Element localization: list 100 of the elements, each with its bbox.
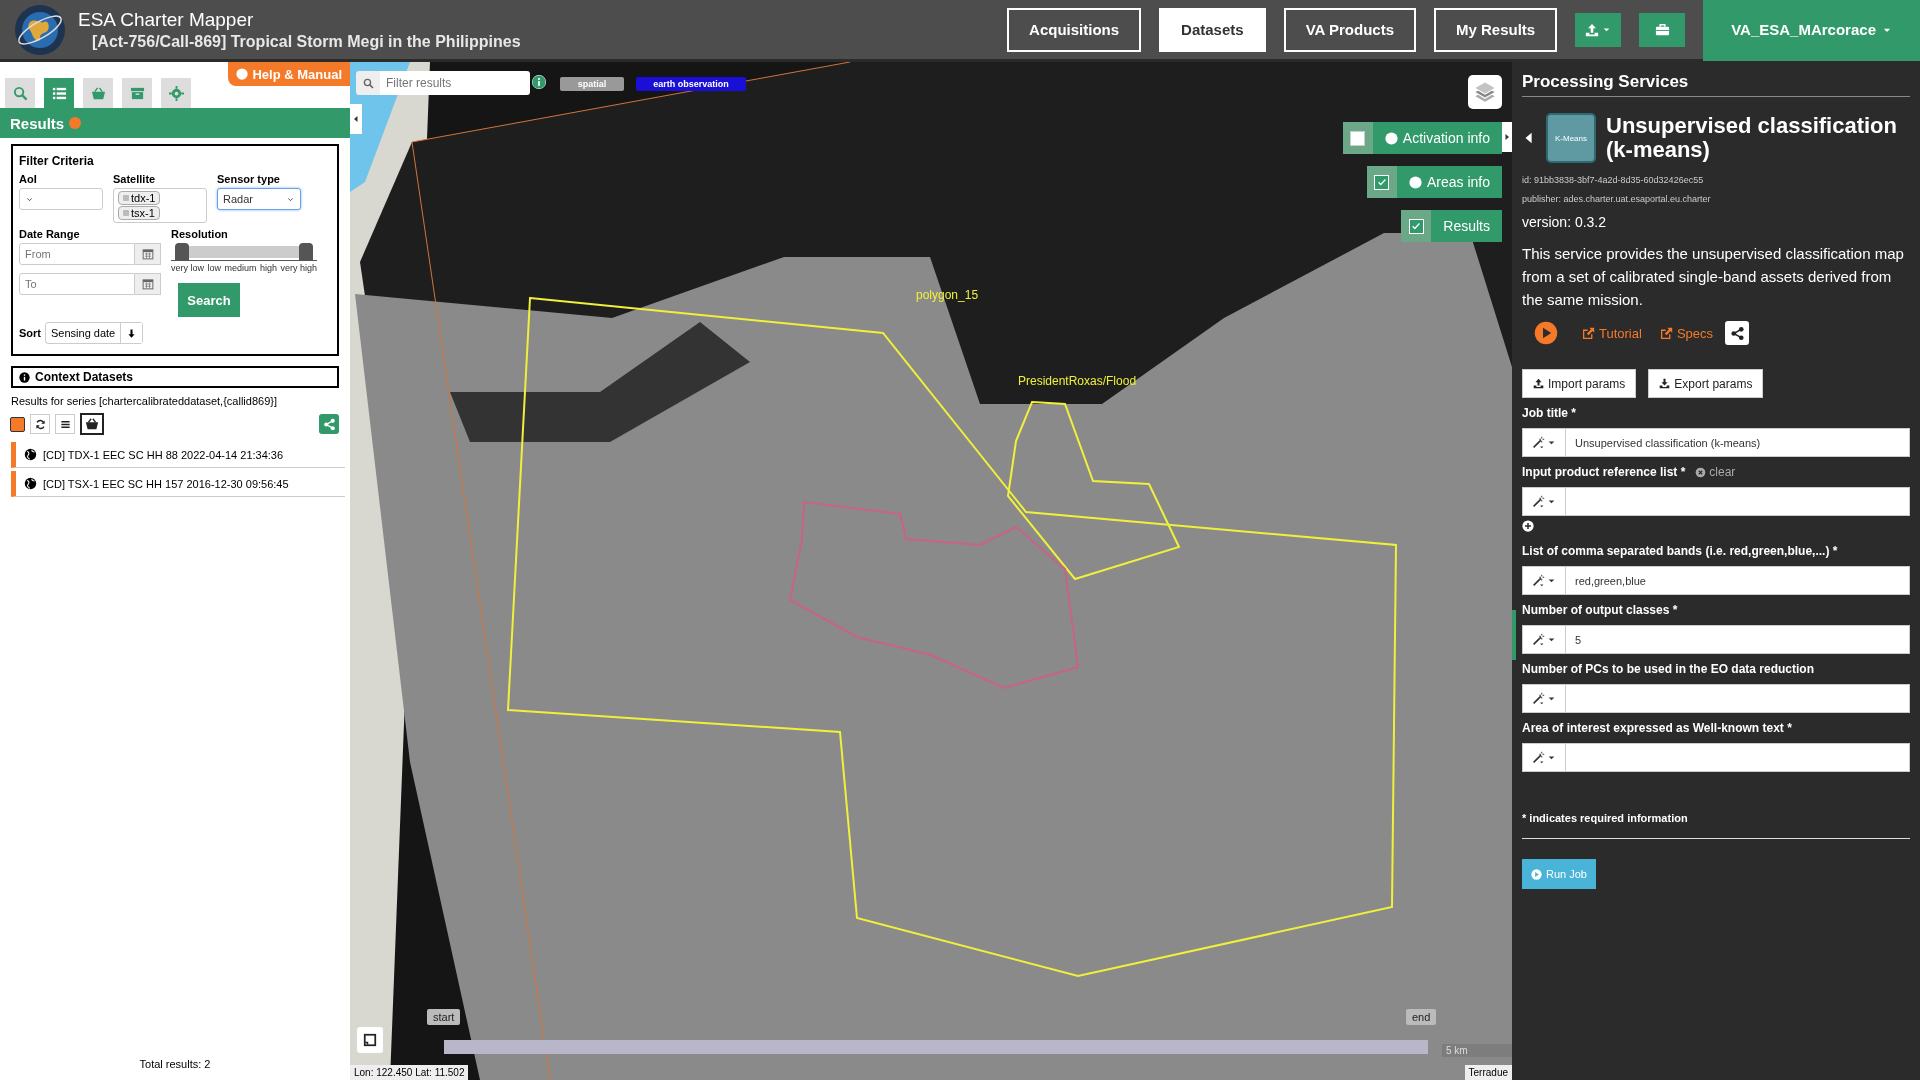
result-item[interactable]: [CD] TSX-1 EEC SC HH 157 2016-12-30 09:56:45 — [11, 471, 345, 497]
upload-button[interactable] — [1575, 12, 1622, 47]
import-button[interactable]: Import params — [1522, 369, 1637, 398]
panel-title: Processing Services — [1522, 62, 1910, 97]
filter-field[interactable]: Filter results — [380, 71, 530, 95]
slider-thumb[interactable] — [299, 243, 313, 260]
wand-menu-button[interactable] — [1522, 428, 1566, 457]
upload-icon — [1585, 22, 1600, 37]
series-text: Results for series [chartercalibrateddataset,{callid869}] — [11, 395, 278, 407]
download-icon — [1659, 378, 1671, 389]
input-field[interactable]: 5 — [1566, 625, 1910, 654]
timeline-end-label: end — [1406, 1009, 1437, 1025]
expand-right-button[interactable] — [1502, 122, 1512, 152]
date-field[interactable]: From — [19, 243, 135, 265]
input-field[interactable]: red,green,blue — [1566, 566, 1910, 595]
field-label: AoI — [19, 173, 38, 185]
slider-thumb[interactable] — [175, 243, 189, 260]
wand-menu-button[interactable] — [1522, 743, 1566, 772]
field-label: Resolution — [171, 228, 229, 240]
date-field[interactable]: To — [19, 273, 135, 295]
help-icon — [69, 117, 82, 129]
input-field[interactable] — [1566, 487, 1910, 516]
layer-toggle[interactable]: Areas info — [1366, 166, 1502, 198]
field-label: List of comma separated bands (i.e. red,green,blue,...) * — [1522, 544, 1838, 558]
calendar-icon — [141, 248, 154, 260]
result-item[interactable]: [CD] TDX-1 EEC SC HH 88 2022-04-14 21:34:36 — [11, 442, 345, 468]
tick-label: very low — [171, 263, 204, 273]
wand-menu-button[interactable] — [1522, 684, 1566, 713]
nav-tab[interactable]: Datasets — [1159, 7, 1266, 52]
globe-logo-icon — [14, 3, 66, 56]
menu-button[interactable] — [55, 414, 75, 434]
menu-icon — [59, 418, 71, 430]
briefcase-button[interactable] — [1639, 12, 1686, 47]
satellite-tag[interactable]: tsx-1 — [118, 206, 160, 220]
wand-icon — [1532, 751, 1545, 764]
tutorial-link[interactable]: Tutorial — [1582, 325, 1642, 341]
export-button[interactable]: Export params — [1648, 369, 1764, 398]
play-icon — [1534, 321, 1558, 345]
select-all-checkbox[interactable] — [10, 416, 25, 432]
app-title: ESA Charter Mapper — [78, 8, 255, 31]
input-field[interactable] — [1566, 684, 1910, 713]
field-label: Sort — [19, 327, 41, 339]
activation-title: [Act-756/Call-869] Tropical Storm Megi in the Philippines — [92, 32, 522, 51]
list-icon — [51, 85, 67, 101]
panel-tab[interactable] — [5, 78, 35, 108]
tick-label: low — [207, 263, 221, 273]
tick-label: very high — [280, 263, 317, 273]
area-label: polygon_15 — [916, 288, 979, 302]
user-menu[interactable]: VA_ESA_MArcorace — [1703, 0, 1920, 61]
fullscreen-button[interactable] — [357, 1027, 383, 1053]
panel-tab[interactable] — [122, 78, 152, 108]
sort-direction-button[interactable] — [120, 323, 143, 343]
search-button[interactable]: Search — [178, 283, 240, 317]
satellite-select[interactable]: tdx-1 tsx-1 — [113, 188, 207, 223]
wand-icon — [1532, 692, 1545, 705]
basket-icon — [85, 417, 99, 431]
checkbox[interactable] — [1350, 130, 1366, 146]
nav-tab[interactable]: My Results — [1434, 7, 1558, 52]
satellite-tag[interactable]: tdx-1 — [118, 191, 161, 205]
specs-link[interactable]: Specs — [1659, 325, 1713, 341]
layer-toggle[interactable]: Results — [1401, 210, 1502, 242]
refresh-button[interactable] — [30, 414, 50, 434]
add-to-basket-button[interactable] — [80, 413, 104, 435]
panel-tab[interactable] — [83, 78, 113, 108]
sensor-select[interactable]: Radar — [217, 188, 301, 210]
play-button[interactable] — [1534, 321, 1558, 345]
refresh-icon — [34, 418, 46, 430]
external-link-icon — [1582, 326, 1595, 340]
resolution-slider[interactable] — [175, 243, 313, 260]
calendar-button[interactable] — [135, 243, 161, 265]
clear-button[interactable]: clear — [1695, 465, 1736, 479]
caret-icon — [1547, 497, 1556, 506]
nav-tab[interactable]: VA Products — [1283, 7, 1416, 52]
panel-tab[interactable] — [161, 78, 191, 108]
globe-icon — [24, 448, 37, 461]
plus-icon — [1522, 520, 1534, 532]
field-label: Area of interest expressed as Well-known text * — [1522, 721, 1792, 735]
filter-tag[interactable]: earth observation — [636, 77, 746, 91]
wand-menu-button[interactable] — [1522, 566, 1566, 595]
wand-menu-button[interactable] — [1522, 625, 1566, 654]
layers-button[interactable] — [1468, 75, 1502, 109]
input-field[interactable]: Unsupervised classification (k-means) — [1566, 428, 1910, 457]
input-field[interactable] — [1566, 743, 1910, 772]
check-icon — [1411, 221, 1422, 231]
add-button[interactable] — [1522, 520, 1534, 532]
context-datasets-header[interactable]: Context Datasets — [11, 366, 339, 388]
panel-tab[interactable] — [44, 78, 74, 108]
attribution-text: Terradue — [1464, 1065, 1512, 1080]
map[interactable]: polygon_15 PresidentRoxas/Flood Filter results spatial earth observation Activation info Areas info Results start end 5 km Lon: 122.450 Lat: 11.502 Terradue — [350, 62, 1512, 1080]
calendar-button[interactable] — [135, 273, 161, 295]
service-publisher: publisher: ades.charter.uat.esaportal.eu.charter — [1522, 194, 1712, 204]
service-icon: K-Means — [1546, 113, 1596, 163]
wand-menu-button[interactable] — [1522, 487, 1566, 516]
collapse-left-button[interactable] — [350, 104, 362, 134]
share-button[interactable] — [1725, 321, 1749, 345]
nav-tab[interactable]: Acquisitions — [1007, 7, 1142, 52]
layer-toggle[interactable]: Activation info — [1342, 122, 1502, 154]
wand-icon — [1532, 436, 1545, 449]
scale-bar: 5 km — [1442, 1044, 1512, 1057]
sort-select[interactable]: Sensing date — [45, 322, 144, 344]
